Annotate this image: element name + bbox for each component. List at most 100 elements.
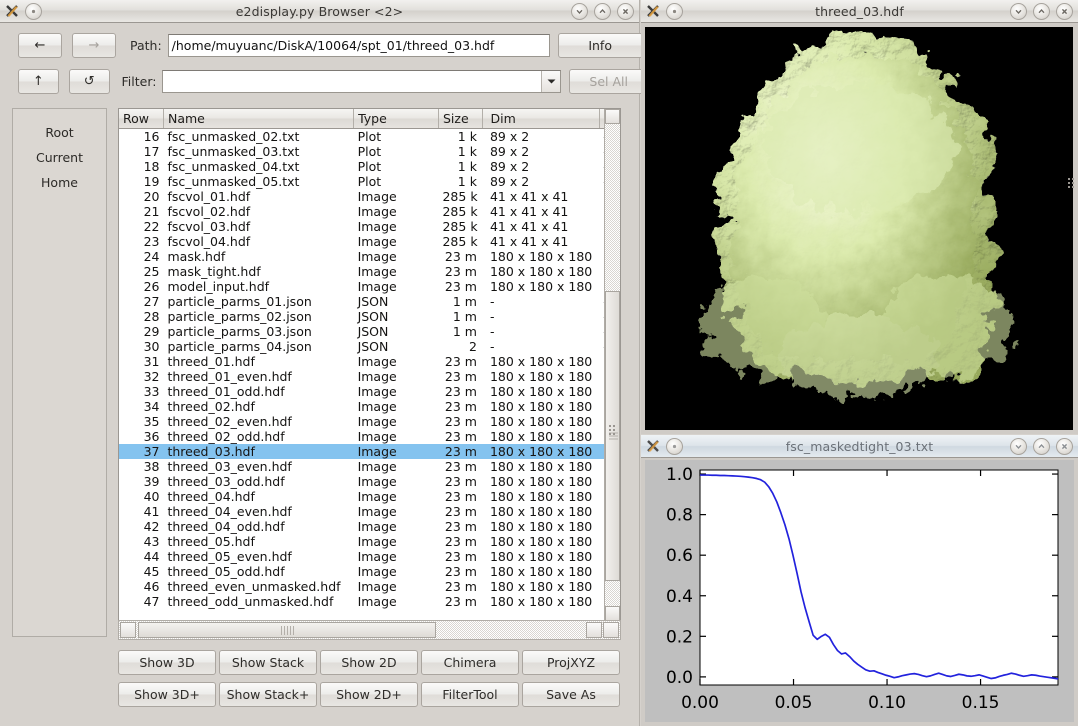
table-row[interactable]: 20fscvol_01.hdfImage285 k41 x 41 x 411	[119, 189, 620, 204]
maximize-icon-plot[interactable]	[1033, 438, 1050, 455]
table-row[interactable]: 42threed_04_odd.hdfImage23 m180 x 180 x …	[119, 519, 620, 534]
file-list[interactable]: Row Name Type Size Dim N 16fsc_unmasked_…	[118, 108, 621, 637]
close-icon-viewer[interactable]	[1056, 3, 1073, 20]
table-row[interactable]: 28particle_parms_02.jsonJSON1 m--	[119, 309, 620, 324]
forward-button[interactable]: →	[72, 33, 116, 58]
table-row[interactable]: 38threed_03_even.hdfImage23 m180 x 180 x…	[119, 459, 620, 474]
action-button-show-stack[interactable]: Show Stack+	[219, 682, 317, 707]
volume-canvas[interactable]	[645, 27, 1073, 430]
vertical-scroll-thumb[interactable]	[605, 291, 620, 581]
window-menu-button-plot[interactable]	[666, 438, 683, 455]
back-button[interactable]: ←	[18, 33, 62, 58]
table-row[interactable]: 41threed_04_even.hdfImage23 m180 x 180 x…	[119, 504, 620, 519]
col-header-size[interactable]: Size	[438, 109, 482, 129]
table-row[interactable]: 17fsc_unmasked_03.txtPlot1 k89 x 2-	[119, 144, 620, 159]
cell-dim: 89 x 2	[483, 129, 599, 145]
action-button-show-3d[interactable]: Show 3D+	[118, 682, 216, 707]
action-button-projxyz[interactable]: ProjXYZ	[522, 650, 620, 675]
cell-row: 44	[119, 549, 163, 564]
sidebar-item-root[interactable]: Root	[45, 125, 73, 140]
table-row[interactable]: 32threed_01_even.hdfImage23 m180 x 180 x…	[119, 369, 620, 384]
plot-titlebar[interactable]: fsc_maskedtight_03.txt	[641, 435, 1078, 458]
window-menu-button-viewer[interactable]	[666, 3, 683, 20]
cell-size: 23 m	[438, 384, 482, 399]
resize-grip-right[interactable]	[1068, 178, 1074, 188]
volume-viewer-window: threed_03.hdf	[641, 0, 1078, 434]
table-row[interactable]: 40threed_04.hdfImage23 m180 x 180 x 1801	[119, 489, 620, 504]
resize-grip-table[interactable]	[609, 425, 615, 435]
table-row[interactable]: 39threed_03_odd.hdfImage23 m180 x 180 x …	[119, 474, 620, 489]
cell-row: 34	[119, 399, 163, 414]
action-button-save-as[interactable]: Save As	[522, 682, 620, 707]
chevron-down-icon[interactable]	[541, 71, 560, 92]
table-row[interactable]: 34threed_02.hdfImage23 m180 x 180 x 1801	[119, 399, 620, 414]
col-header-type[interactable]: Type	[354, 109, 439, 129]
cell-dim: 180 x 180 x 180	[483, 504, 599, 519]
sel-all-button[interactable]: Sel All	[569, 69, 648, 94]
scroll-right-button[interactable]	[603, 622, 619, 638]
col-header-dim[interactable]: Dim	[483, 109, 599, 129]
table-row[interactable]: 29particle_parms_03.jsonJSON1 m--	[119, 324, 620, 339]
close-icon-plot[interactable]	[1056, 438, 1073, 455]
reload-button[interactable]: ↺	[69, 69, 110, 94]
table-row[interactable]: 24mask.hdfImage23 m180 x 180 x 1801	[119, 249, 620, 264]
table-row[interactable]: 46threed_even_unmasked.hdfImage23 m180 x…	[119, 579, 620, 594]
col-header-row[interactable]: Row	[119, 109, 163, 129]
cell-row: 46	[119, 579, 163, 594]
table-row[interactable]: 18fsc_unmasked_04.txtPlot1 k89 x 2-	[119, 159, 620, 174]
vertical-scrollbar[interactable]	[604, 109, 620, 636]
minimize-icon[interactable]	[571, 3, 588, 20]
table-row[interactable]: 43threed_05.hdfImage23 m180 x 180 x 1801	[119, 534, 620, 549]
viewer-titlebar[interactable]: threed_03.hdf	[641, 0, 1078, 23]
table-row[interactable]: 36threed_02_odd.hdfImage23 m180 x 180 x …	[119, 429, 620, 444]
cell-dim: 41 x 41 x 41	[483, 219, 599, 234]
table-row[interactable]: 23fscvol_04.hdfImage285 k41 x 41 x 411	[119, 234, 620, 249]
sidebar-item-current[interactable]: Current	[36, 150, 83, 165]
action-button-show-stack[interactable]: Show Stack	[219, 650, 317, 675]
action-button-chimera[interactable]: Chimera	[421, 650, 519, 675]
minimize-icon-viewer[interactable]	[1010, 3, 1027, 20]
action-button-show-2d[interactable]: Show 2D	[320, 650, 418, 675]
table-row[interactable]: 16fsc_unmasked_02.txtPlot1 k89 x 2-	[119, 129, 620, 145]
scroll-up-button-2[interactable]	[605, 606, 620, 621]
cell-row: 18	[119, 159, 163, 174]
table-row[interactable]: 19fsc_unmasked_05.txtPlot1 k89 x 2-	[119, 174, 620, 189]
info-button[interactable]: Info	[558, 33, 643, 58]
col-header-name[interactable]: Name	[163, 109, 353, 129]
path-input[interactable]: /home/muyuanc/DiskA/10064/spt_01/threed_…	[168, 34, 550, 57]
fsc-plot[interactable]: 0.00.20.40.60.81.00.000.050.100.15	[645, 460, 1074, 722]
window-menu-button[interactable]	[25, 3, 42, 20]
table-row[interactable]: 25mask_tight.hdfImage23 m180 x 180 x 180…	[119, 264, 620, 279]
cell-type: Image	[354, 204, 439, 219]
table-row[interactable]: 31threed_01.hdfImage23 m180 x 180 x 1801	[119, 354, 620, 369]
table-row[interactable]: 22fscvol_03.hdfImage285 k41 x 41 x 411	[119, 219, 620, 234]
table-row[interactable]: 45threed_05_odd.hdfImage23 m180 x 180 x …	[119, 564, 620, 579]
maximize-icon-viewer[interactable]	[1033, 3, 1050, 20]
filter-combo[interactable]	[162, 70, 561, 93]
table-row[interactable]: 35threed_02_even.hdfImage23 m180 x 180 x…	[119, 414, 620, 429]
cell-size: 23 m	[438, 549, 482, 564]
close-icon[interactable]	[617, 3, 634, 20]
action-button-filtertool[interactable]: FilterTool	[421, 682, 519, 707]
sidebar-item-home[interactable]: Home	[41, 175, 78, 190]
table-row[interactable]: 21fscvol_02.hdfImage285 k41 x 41 x 411	[119, 204, 620, 219]
action-button-show-2d[interactable]: Show 2D+	[320, 682, 418, 707]
table-row[interactable]: 33threed_01_odd.hdfImage23 m180 x 180 x …	[119, 384, 620, 399]
cell-row: 43	[119, 534, 163, 549]
browser-titlebar[interactable]: e2display.py Browser <2>	[0, 0, 639, 23]
table-row[interactable]: 44threed_05_even.hdfImage23 m180 x 180 x…	[119, 549, 620, 564]
table-row[interactable]: 30particle_parms_04.jsonJSON2--	[119, 339, 620, 354]
table-row[interactable]: 37threed_03.hdfImage23 m180 x 180 x 1801	[119, 444, 620, 459]
table-row[interactable]: 27particle_parms_01.jsonJSON1 m--	[119, 294, 620, 309]
table-row[interactable]: 26model_input.hdfImage23 m180 x 180 x 18…	[119, 279, 620, 294]
minimize-icon-plot[interactable]	[1010, 438, 1027, 455]
scroll-up-button[interactable]	[605, 109, 620, 124]
scroll-left-button-2[interactable]	[586, 622, 602, 638]
horizontal-scroll-thumb[interactable]	[138, 622, 436, 638]
up-button[interactable]: ↑	[18, 69, 59, 94]
maximize-icon[interactable]	[594, 3, 611, 20]
scroll-left-button[interactable]	[120, 622, 136, 638]
table-row[interactable]: 47threed_odd_unmasked.hdfImage23 m180 x …	[119, 594, 620, 609]
horizontal-scrollbar[interactable]	[118, 620, 621, 640]
action-button-show-3d[interactable]: Show 3D	[118, 650, 216, 675]
